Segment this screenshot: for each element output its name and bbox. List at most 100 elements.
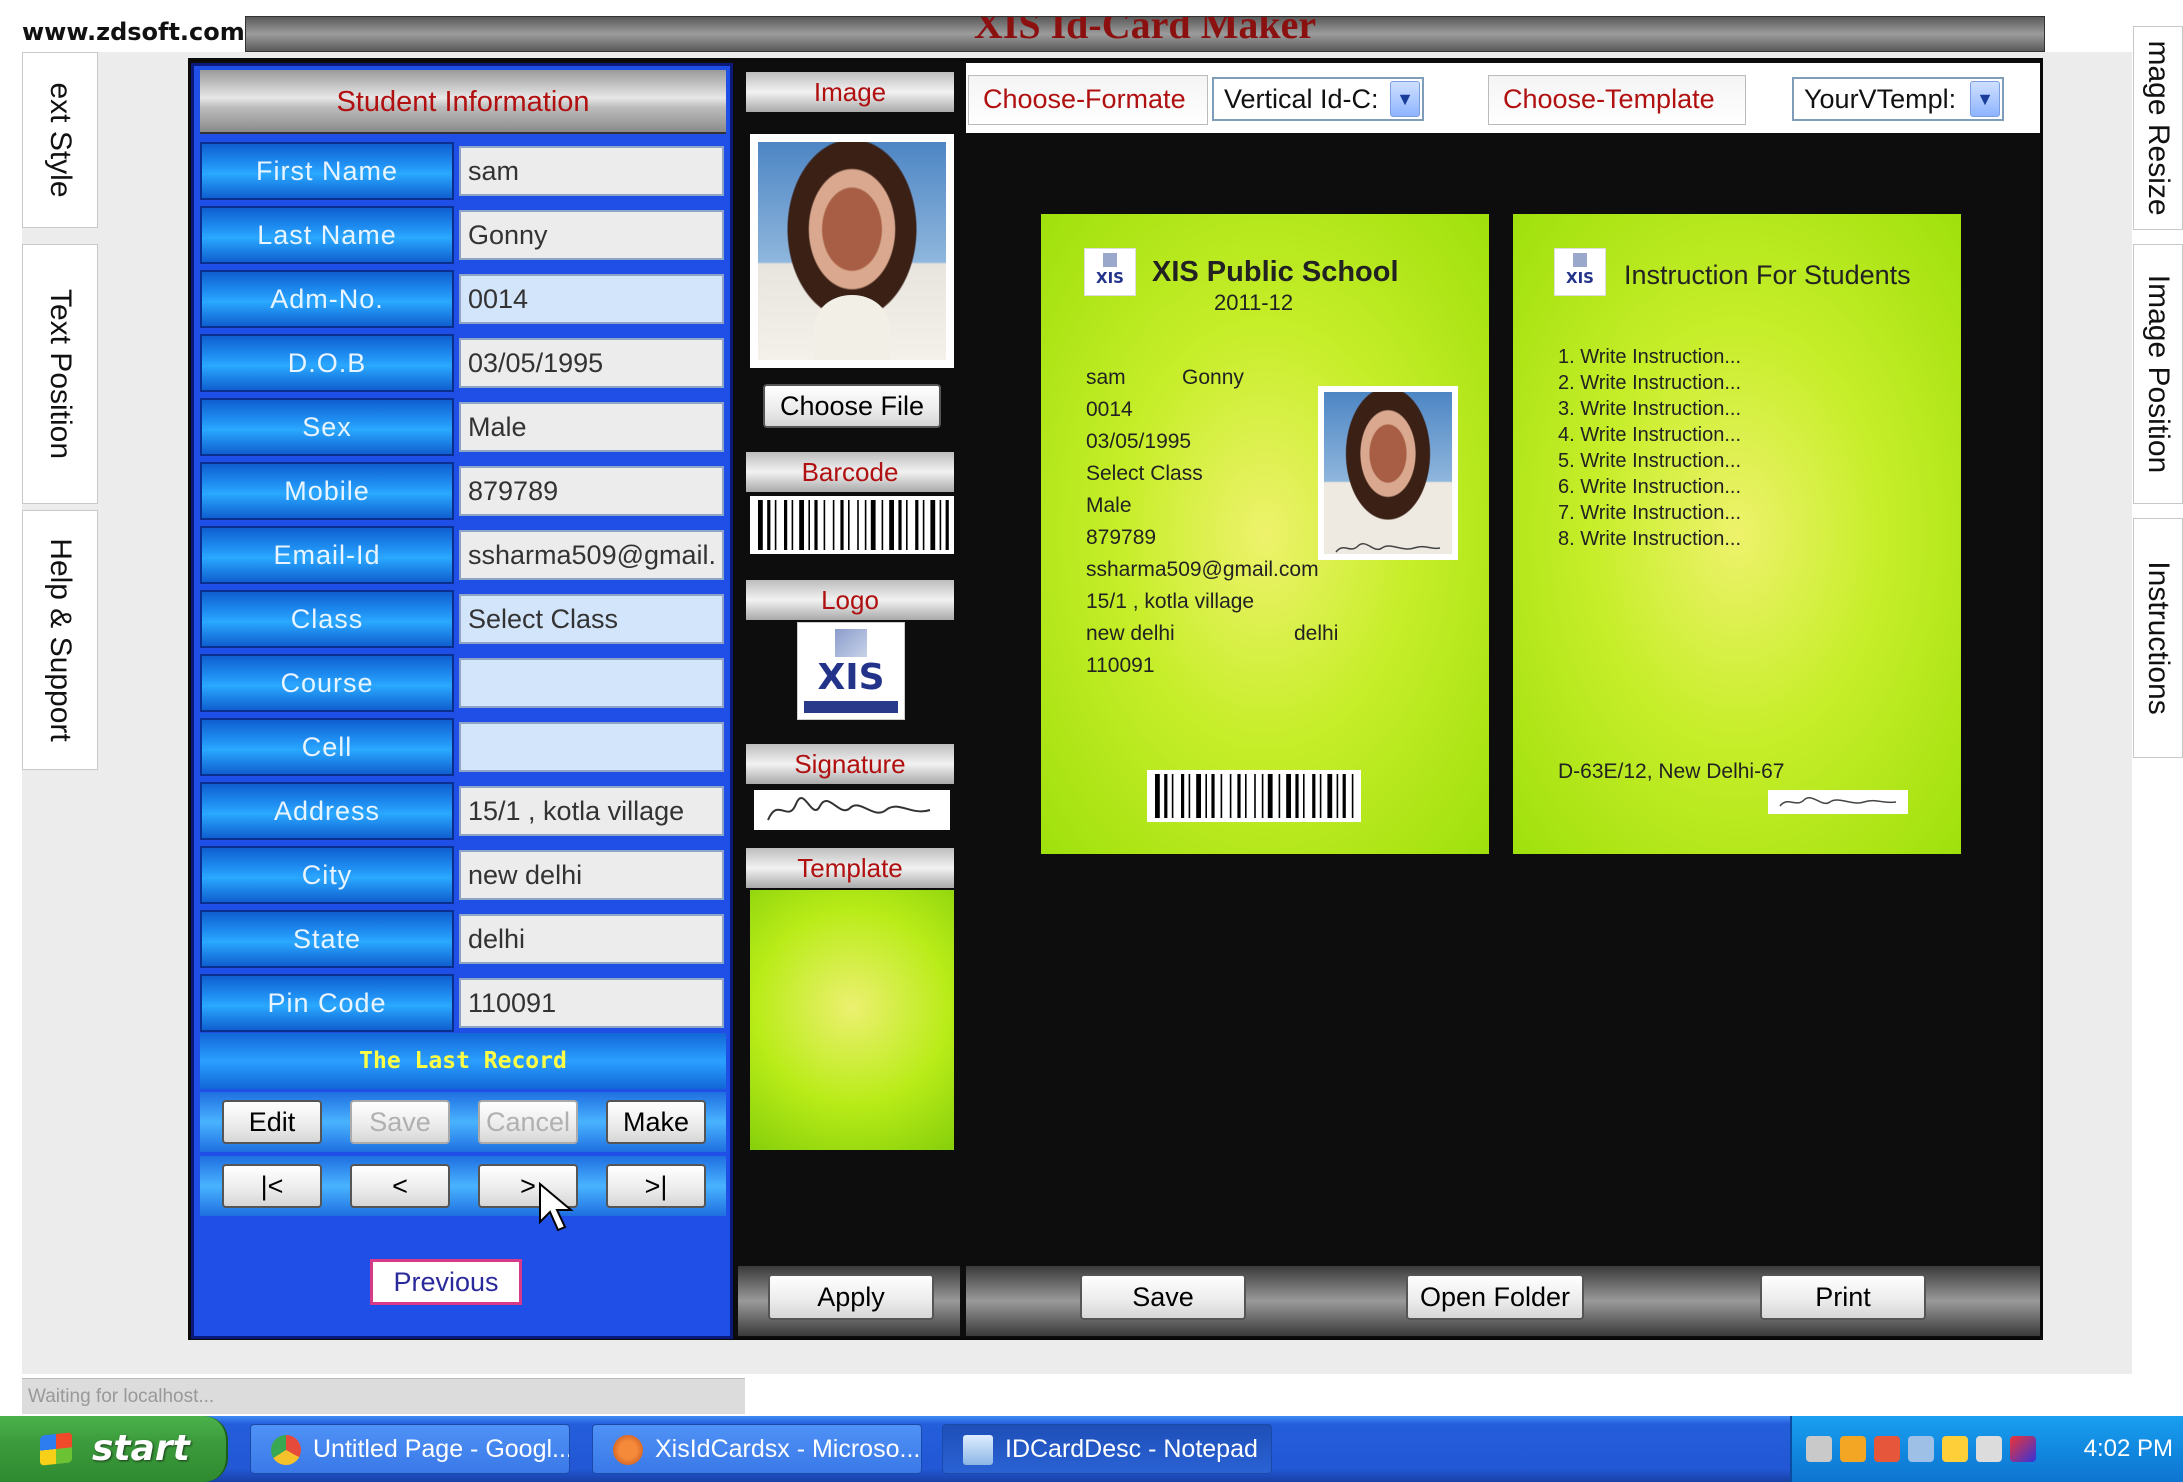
barcode-bar	[808, 500, 810, 550]
template-swatch[interactable]	[750, 890, 954, 1150]
tab-instructions[interactable]: Instructions	[2133, 518, 2183, 758]
last-record-button[interactable]: >|	[606, 1164, 706, 1208]
open-folder-button[interactable]: Open Folder	[1406, 1274, 1584, 1320]
barcode-bar	[930, 500, 936, 550]
field-input[interactable]: 03/05/1995	[459, 338, 724, 388]
barcode-bar	[848, 500, 850, 550]
barcode-bar	[945, 500, 949, 550]
security-icon[interactable]	[1840, 1436, 1866, 1462]
connection-icon[interactable]	[1908, 1436, 1934, 1462]
front-card-adm-no: 0014	[1086, 398, 1133, 421]
barcode-bar	[906, 500, 908, 550]
barcode-bar	[791, 500, 794, 550]
barcode-bar	[1295, 774, 1299, 818]
field-input[interactable]: Gonny	[459, 210, 724, 260]
field-label-text: D.O.B	[287, 348, 367, 378]
back-card-logo-icon	[1554, 248, 1606, 296]
field-label: Address	[200, 782, 454, 840]
student-info-title: Student Information	[336, 86, 590, 118]
field-row-sex: Sex Male	[200, 398, 726, 456]
task-notepad-label: IDCardDesc - Notepad	[1005, 1435, 1258, 1463]
barcode-header: Barcode	[746, 452, 954, 492]
back-card-footer-address: D-63E/12, New Delhi-67	[1558, 760, 1785, 783]
instruction-item: 8. Write Instruction...	[1558, 528, 1742, 550]
field-label: Email-Id	[200, 526, 454, 584]
save-button[interactable]: Save	[1080, 1274, 1246, 1320]
field-input[interactable]: 110091	[459, 978, 724, 1028]
field-label: Course	[200, 654, 454, 712]
apply-button[interactable]: Apply	[768, 1274, 934, 1320]
front-card-barcode	[1147, 770, 1361, 822]
instruction-item: 7. Write Instruction...	[1558, 502, 1742, 524]
barcode-bar	[889, 500, 894, 550]
format-bar: Choose-Formate Vertical Id-C: ▼ Choose-T…	[966, 63, 2040, 133]
save-record-button[interactable]: Save	[350, 1100, 450, 1144]
template-select[interactable]: YourVTempl: ▼	[1792, 77, 2004, 121]
task-notepad[interactable]: IDCardDesc - Notepad	[942, 1424, 1272, 1474]
front-card-city: new delhi	[1086, 622, 1175, 645]
barcode-bar	[1205, 774, 1207, 818]
first-record-button[interactable]: |<	[222, 1164, 322, 1208]
field-input[interactable]: 879789	[459, 466, 724, 516]
field-input[interactable]: 0014	[459, 274, 724, 324]
front-card-barcode-graphic	[1155, 774, 1354, 818]
task-visual-studio-label: XisIdCardsx - Microso...	[655, 1435, 921, 1463]
choose-file-button[interactable]: Choose File	[763, 384, 941, 428]
choose-template-label: Choose-Template	[1488, 75, 1746, 125]
field-input[interactable]: Male	[459, 402, 724, 452]
back-card-signature	[1768, 790, 1908, 814]
field-label-text: State	[292, 924, 362, 954]
tab-image-position[interactable]: Image Position	[2133, 244, 2183, 504]
previous-link[interactable]: Previous	[370, 1259, 522, 1305]
field-input[interactable]: delhi	[459, 914, 724, 964]
instruction-item: 1. Write Instruction...	[1558, 346, 1742, 368]
field-input[interactable]: ssharma509@gmail.	[459, 530, 724, 580]
update-icon[interactable]	[2010, 1436, 2036, 1462]
barcode-graphic	[758, 500, 949, 550]
task-chrome-label: Untitled Page - Googl...	[313, 1435, 570, 1463]
signature-header: Signature	[746, 744, 954, 784]
field-label-text: City	[301, 860, 353, 890]
network-icon[interactable]	[1806, 1436, 1832, 1462]
barcode-bar	[915, 500, 919, 550]
task-visual-studio[interactable]: XisIdCardsx - Microso...	[592, 1424, 922, 1474]
tab-image-resize[interactable]: mage Resize	[2133, 26, 2183, 230]
tab-image-position-label: Image Position	[2142, 274, 2175, 474]
tab-text-style[interactable]: ext Style	[22, 52, 98, 228]
app-tray-icon[interactable]	[1874, 1436, 1900, 1462]
format-select[interactable]: Vertical Id-C: ▼	[1212, 77, 1424, 121]
field-input[interactable]: Select Class	[459, 594, 724, 644]
make-button[interactable]: Make	[606, 1100, 706, 1144]
status-text: Waiting for localhost...	[28, 1386, 215, 1407]
messenger-icon[interactable]	[1942, 1436, 1968, 1462]
front-card-mobile: 879789	[1086, 526, 1157, 549]
logo-text: XIS	[817, 657, 885, 698]
volume-icon[interactable]	[1976, 1436, 2002, 1462]
barcode-bar	[1171, 774, 1174, 818]
barcode-bar	[799, 500, 804, 550]
front-card-first-name: sam	[1086, 366, 1126, 389]
task-chrome[interactable]: Untitled Page - Googl...	[250, 1424, 570, 1474]
chevron-down-icon[interactable]: ▼	[1390, 81, 1420, 117]
edit-button[interactable]: Edit	[222, 1100, 322, 1144]
app-title: XIS Id-Card Maker	[973, 16, 1317, 47]
print-button[interactable]: Print	[1760, 1274, 1926, 1320]
prev-record-button[interactable]: <	[350, 1164, 450, 1208]
cancel-button[interactable]: Cancel	[478, 1100, 578, 1144]
field-label: Pin Code	[200, 974, 454, 1032]
field-input[interactable]: 15/1 , kotla village	[459, 786, 724, 836]
tab-text-position[interactable]: Text Position	[22, 244, 98, 504]
barcode-bar	[1196, 774, 1201, 818]
field-input[interactable]	[459, 658, 724, 708]
field-label-text: Adm-No.	[270, 284, 384, 314]
barcode-bar	[1303, 774, 1305, 818]
chevron-down-icon[interactable]: ▼	[1970, 81, 2000, 117]
chrome-icon	[271, 1435, 301, 1465]
field-input[interactable]	[459, 722, 724, 772]
field-label-text: Email-Id	[273, 540, 381, 570]
field-input[interactable]: new delhi	[459, 850, 724, 900]
start-button[interactable]: start	[0, 1416, 228, 1482]
instruction-item: 5. Write Instruction...	[1558, 450, 1742, 472]
field-input[interactable]: sam	[459, 146, 724, 196]
tab-help-support[interactable]: Help & Support	[22, 510, 98, 770]
